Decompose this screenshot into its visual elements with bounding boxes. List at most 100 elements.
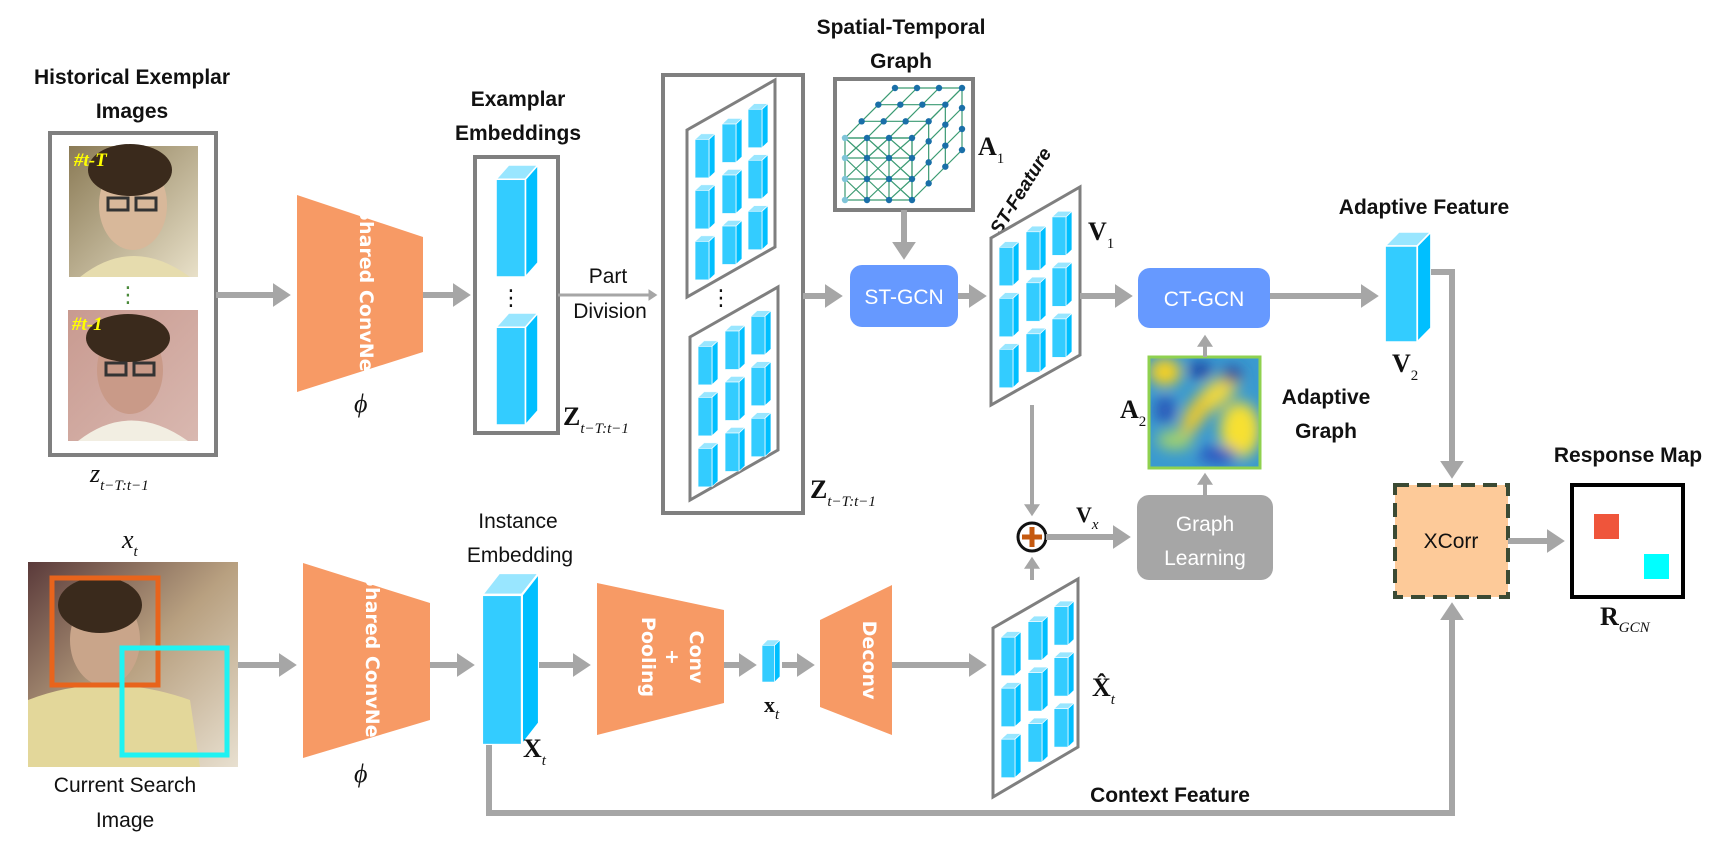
graph-node [935,84,943,92]
ct-gcn-label: CT-GCN [1164,288,1245,311]
graph-node [925,159,932,166]
graph-node [942,142,949,149]
feature-cuboid [999,343,1019,388]
historical-images-title-line2: Images [96,100,168,123]
shared-convnet-top-label: Shared ConvNet [355,207,377,380]
graph-node [958,146,966,154]
graph-node [942,101,949,108]
feature-cuboid [1026,328,1046,373]
z-exemplar-label: zt−T:t−1 [89,459,149,494]
graph-node [925,180,932,187]
frame-tag-last: #t-1 [71,314,103,335]
response-map-title: Response Map [1554,444,1702,467]
phi-bottom-label: ϕ [354,759,367,788]
graph-node [958,104,966,112]
graph-node [908,134,916,142]
feature-cuboid [1001,631,1021,676]
graph-node [863,154,871,162]
feature-cuboid [698,442,718,487]
graph-node [913,84,921,92]
a2-label: A2 [1120,395,1146,430]
adaptive-graph-title-line2: Graph [1295,420,1357,443]
X-instance-label: Xt [523,734,547,769]
exemplar-image-first: #t-T [69,144,198,277]
feature-cuboid [1001,733,1021,778]
graph-learning-label-line1: Graph [1176,513,1234,536]
feature-cuboid [1028,718,1048,763]
feature-cuboid [722,220,742,265]
feature-cuboid [722,169,742,214]
graph-node [891,84,899,92]
graph-node [841,175,849,183]
graph-node [841,154,849,162]
ellipsis-icon: ⋮ [710,286,732,311]
tracking-framework-diagram: Historical Exemplar Images #t-T ⋮ #t-1 z… [28,16,1702,832]
feature-cuboid [1028,667,1048,712]
feature-cuboid [1001,682,1021,727]
x-search-label: xt [121,525,139,560]
sum-node-icon [1016,521,1048,553]
historical-images-title-line1: Historical Exemplar [34,66,230,89]
feature-cuboid [1026,226,1046,271]
instance-embedding-title-line2: Embedding [467,544,573,567]
feature-cuboid [751,310,771,355]
graph-node [919,101,926,108]
graph-node [841,196,849,204]
instance-embedding-title-line1: Instance [478,510,557,533]
deconv-label: Deconv [858,621,880,701]
X-hat-label: X̂t [1092,673,1116,708]
feature-cuboid [999,292,1019,337]
feature-cuboid [1054,652,1074,697]
feature-cuboid [748,205,768,250]
feature-cuboid [1052,262,1072,307]
graph-node [858,118,865,125]
feature-cuboid [725,376,745,421]
graph-node [925,118,932,125]
current-search-title-line2: Image [96,809,154,832]
pooling-label: Pooling [637,617,659,697]
graph-node [863,134,871,142]
st-graph-title-line1: Spatial-Temporal [817,16,986,39]
plus-label: + [661,649,683,665]
graph-node [942,121,949,128]
feature-cuboid [1028,616,1048,661]
feature-cuboid [751,412,771,457]
feature-cuboid [999,241,1019,286]
feature-cuboid [1052,313,1072,358]
feature-cuboid [748,154,768,199]
xcorr-label: XCorr [1424,530,1479,553]
embedding-cuboid-first [496,165,538,277]
examplar-embeddings-title-line2: Embeddings [455,122,581,145]
feature-cuboid [1054,601,1074,646]
graph-node [885,175,893,183]
vx-label: Vx [1076,502,1099,533]
graph-node [958,84,966,92]
current-search-image [28,562,238,767]
context-feature-title: Context Feature [1090,784,1250,807]
graph-node [885,154,893,162]
response-peak-distractor [1644,554,1669,579]
phi-top-label: ϕ [354,389,367,418]
st-graph-title-line2: Graph [870,50,932,73]
shared-convnet-bottom-label: Shared ConvNet [361,573,383,746]
adaptive-graph-title-line1: Adaptive [1282,386,1371,409]
feature-cuboid [695,235,715,280]
graph-node [897,101,904,108]
feature-cuboid [722,118,742,163]
frame-tag-first: #t-T [73,150,108,171]
deconv-block [820,585,892,735]
graph-node [841,134,849,142]
feature-cuboid [748,103,768,148]
feature-cuboid [698,391,718,436]
feature-cuboid [1052,211,1072,256]
response-peak-target [1594,514,1619,539]
adaptive-feature-title: Adaptive Feature [1339,196,1509,219]
st-gcn-label: ST-GCN [864,286,943,309]
feature-cuboid [695,133,715,178]
x-pooled-label: xt [764,692,780,723]
arrow-adaptive-feature-to-xcorr [1431,269,1464,479]
part-division-label-line1: Part [589,265,628,288]
embedding-cuboid-last [496,313,538,425]
a1-label: A1 [978,132,1004,167]
graph-node [942,163,949,170]
